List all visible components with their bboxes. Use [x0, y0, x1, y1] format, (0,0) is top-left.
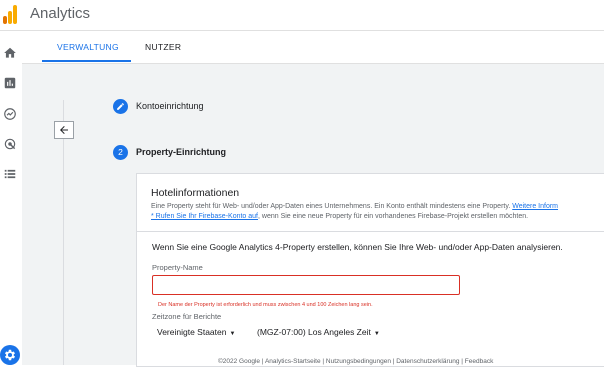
learn-more-link[interactable]: Weitere Inform: [512, 203, 558, 210]
chevron-down-icon: ▼: [373, 331, 380, 337]
analytics-logo-icon: [3, 4, 19, 24]
reports-icon[interactable]: [3, 76, 17, 90]
desc-text-1: Eine Property steht für Web- und/oder Ap…: [151, 203, 511, 210]
step-kontoeinrichtung[interactable]: Kontoeinrichtung: [136, 101, 204, 111]
timezone-select[interactable]: (MGZ-07:00) Los Angeles Zeit ▼: [257, 327, 380, 337]
ga4-info-text: Wenn Sie eine Google Analytics 4-Propert…: [152, 242, 563, 252]
chevron-down-icon: ▼: [229, 331, 236, 337]
property-name-label: Property-Name: [152, 263, 203, 272]
divider: [137, 231, 604, 232]
desc-text-2: , wenn Sie eine neue Property für ein vo…: [258, 213, 529, 220]
top-app-bar: Analytics: [0, 0, 604, 31]
country-select[interactable]: Vereinigte Staaten ▼: [157, 327, 235, 337]
firebase-account-link[interactable]: * Rufen Sie Ihr Firebase-Konto auf: [151, 213, 258, 220]
configure-icon[interactable]: [3, 167, 17, 181]
card-description: Eine Property steht für Web- und/oder Ap…: [151, 202, 604, 222]
timezone-value: (MGZ-07:00) Los Angeles Zeit: [257, 327, 371, 337]
active-tab-indicator: [42, 60, 131, 62]
explore-icon[interactable]: [3, 107, 17, 121]
arrow-back-icon: [60, 126, 68, 134]
step-number-badge: 2: [113, 145, 128, 160]
gear-icon[interactable]: [0, 345, 20, 365]
admin-tabs: VERWALTUNG NUTZER: [22, 31, 604, 64]
card-title: Hotelinformationen: [151, 187, 240, 199]
property-name-error: Der Name der Property ist erforderlich u…: [158, 302, 373, 308]
app-title: Analytics: [30, 5, 91, 22]
country-value: Vereinigte Staaten: [157, 327, 227, 337]
back-button[interactable]: [54, 121, 74, 139]
property-name-input[interactable]: [152, 275, 460, 295]
advertising-icon[interactable]: [3, 137, 17, 151]
footer-links: ©2022 Google | Analytics-Startseite | Nu…: [218, 358, 494, 365]
edit-icon[interactable]: [113, 99, 128, 114]
property-setup-card: Hotelinformationen Eine Property steht f…: [136, 173, 604, 367]
tab-nutzer[interactable]: NUTZER: [145, 42, 181, 52]
left-nav-rail: [0, 31, 23, 365]
tab-verwaltung[interactable]: VERWALTUNG: [57, 42, 119, 52]
stepper-line: [63, 100, 64, 365]
step-property-einrichtung: Property-Einrichtung: [136, 147, 227, 157]
timezone-label: Zeitzone für Berichte: [152, 312, 222, 321]
home-icon[interactable]: [3, 46, 17, 60]
